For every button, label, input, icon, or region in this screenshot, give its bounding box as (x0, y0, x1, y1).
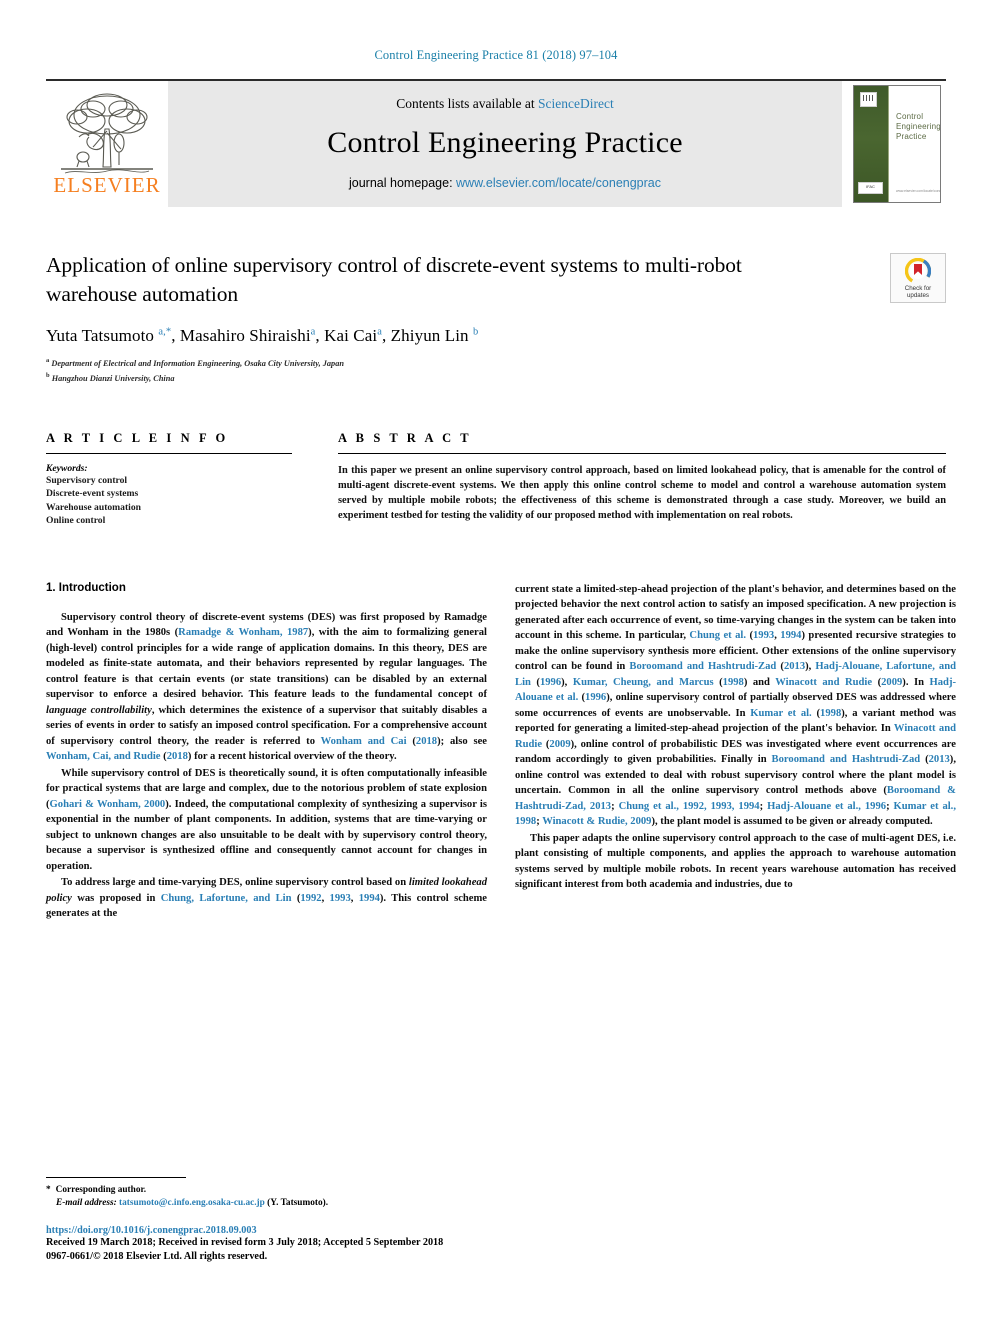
elsevier-wordmark: ELSEVIER (53, 173, 160, 197)
cover-thumb: IFAC Control Engineering Practice www.el… (853, 85, 941, 203)
info-abstract-row: A R T I C L E I N F O Keywords: Supervis… (46, 431, 946, 528)
affiliation-mark-a: a (46, 357, 50, 364)
author-list: Yuta Tatsumoto a,*, Masahiro Shiraishia,… (46, 326, 479, 345)
corresponding-author-text: Corresponding author. (55, 1185, 147, 1195)
ifac-logo-icon (860, 92, 877, 107)
corresponding-star: * (46, 1185, 51, 1195)
crossmark-line2: updates (906, 292, 929, 300)
affiliations: a Department of Electrical and Informati… (46, 355, 946, 385)
page-title: Application of online supervisory contro… (46, 253, 742, 306)
body-columns: 1. Introduction Supervisory control theo… (46, 582, 956, 923)
article-info-rule (46, 452, 292, 454)
paragraph: This paper adapts the online supervisory… (515, 832, 956, 891)
keyword-item: Discrete-event systems (46, 488, 139, 500)
abstract-block: A B S T R A C T In this paper we present… (338, 431, 946, 528)
cover-url: www.elsevier.com/locate/conengprac (896, 189, 940, 193)
crossmark-icon (905, 258, 931, 284)
doi-link[interactable]: https://doi.org/10.1016/j.conengprac.201… (46, 1225, 487, 1236)
received-dates: Received 19 March 2018; Received in revi… (46, 1236, 444, 1248)
email-link[interactable]: tatsumoto@c.info.eng.osaka-cu.ac.jp (119, 1198, 265, 1208)
keyword-item: Supervisory control (46, 474, 128, 486)
abstract-heading: A B S T R A C T (338, 430, 472, 445)
page-footer: * Corresponding author. E-mail address: t… (46, 1177, 487, 1265)
keywords-label: Keywords: (46, 462, 88, 474)
elsevier-tree-icon: ELSEVIER (53, 93, 160, 197)
column-left: 1. Introduction Supervisory control theo… (46, 582, 487, 923)
keywords-list: Supervisory control Discrete-event syste… (46, 474, 292, 528)
email-line: E-mail address: tatsumoto@c.info.eng.osa… (56, 1197, 487, 1210)
article-info-heading: A R T I C L E I N F O (46, 430, 229, 445)
abstract-rule (338, 452, 946, 454)
paragraph: current state a limited-step-ahead proje… (515, 583, 957, 828)
keyword-item: Online control (46, 515, 106, 527)
sciencedirect-link[interactable]: ScienceDirect (538, 96, 614, 111)
journal-cover-thumbnail: IFAC Control Engineering Practice www.el… (842, 81, 946, 207)
column-right: current state a limited-step-ahead proje… (515, 582, 956, 923)
contents-prefix: Contents lists available at (396, 96, 538, 111)
crossmark-label: Check for updates (905, 285, 931, 300)
article-info-block: A R T I C L E I N F O Keywords: Supervis… (46, 431, 292, 528)
email-label: E-mail address: (56, 1198, 117, 1209)
affiliation-b: b Hangzhou Dianzi University, China (46, 370, 946, 385)
article-header: Check for updates Application of online … (46, 251, 946, 385)
homepage-label: journal homepage: (349, 176, 457, 190)
affiliation-text-a: Department of Electrical and Information… (51, 358, 344, 368)
copyright-line: 0967-0661/© 2018 Elsevier Ltd. All right… (46, 1251, 268, 1263)
paragraph: To address large and time-varying DES, o… (46, 877, 488, 920)
ifac-badge: IFAC (858, 182, 883, 194)
email-suffix: (Y. Tatsumoto). (267, 1198, 329, 1209)
cover-title: Control Engineering Practice (896, 112, 941, 141)
cover-left-panel: IFAC (854, 86, 888, 202)
abstract-text: In this paper we present an online super… (338, 464, 946, 522)
keyword-item: Warehouse automation (46, 501, 141, 513)
footnote-rule (46, 1177, 186, 1178)
crossmark-line1: Check for (904, 285, 932, 292)
corresponding-author-line: * Corresponding author. (46, 1184, 487, 1197)
journal-banner-center: Contents lists available at ScienceDirec… (168, 81, 842, 207)
contents-line: Contents lists available at ScienceDirec… (396, 96, 613, 112)
paragraph: Supervisory control theory of discrete-e… (46, 611, 487, 763)
journal-banner: ELSEVIER Contents lists available at Sci… (46, 79, 946, 207)
journal-homepage-link[interactable]: www.elsevier.com/locate/conengprac (456, 176, 661, 190)
paragraph: While supervisory control of DES is theo… (46, 767, 487, 872)
elsevier-logo: ELSEVIER (46, 81, 168, 207)
affiliation-a: a Department of Electrical and Informati… (46, 355, 946, 370)
running-head: Control Engineering Practice 81 (2018) 9… (374, 48, 618, 62)
journal-title: Control Engineering Practice (327, 126, 683, 159)
cover-right-panel: Control Engineering Practice www.elsevie… (888, 86, 940, 202)
crossmark-badge[interactable]: Check for updates (890, 253, 946, 303)
section-title-introduction: 1. Introduction (46, 581, 126, 594)
affiliation-mark-b: b (46, 371, 50, 379)
journal-homepage-line: journal homepage: www.elsevier.com/locat… (349, 176, 661, 190)
affiliation-text-b: Hangzhou Dianzi University, China (51, 373, 175, 383)
